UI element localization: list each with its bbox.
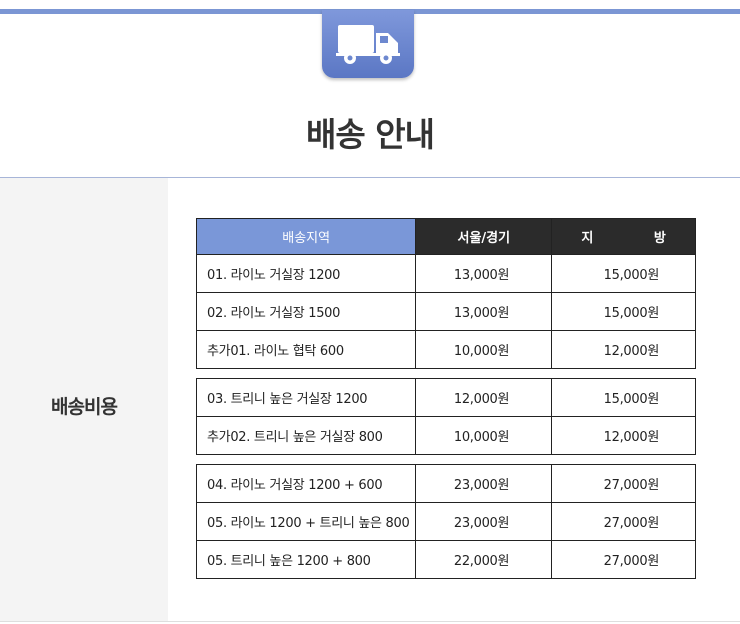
cell-seoul-price: 23,000원: [415, 502, 553, 541]
cell-seoul-price: 12,000원: [415, 378, 553, 417]
cell-local-price: 15,000원: [551, 378, 696, 417]
cell-region: 추가02. 트리니 높은 거실장 800: [195, 416, 417, 455]
cell-region: 01. 라이노 거실장 1200: [195, 254, 417, 293]
table-row: 01. 라이노 거실장 1200 13,000원 15,000원: [195, 254, 696, 293]
page-title: 배송 안내: [306, 115, 435, 154]
cell-seoul-price: 13,000원: [415, 292, 553, 331]
cell-local-price: 27,000원: [551, 502, 696, 541]
cell-region: 03. 트리니 높은 거실장 1200: [195, 378, 417, 417]
table-row: 02. 라이노 거실장 1500 13,000원 15,000원: [195, 292, 696, 331]
cell-seoul-price: 10,000원: [415, 416, 553, 455]
cell-local-price: 12,000원: [551, 416, 696, 455]
section-label: 배송비용: [51, 396, 118, 418]
cell-region: 02. 라이노 거실장 1500: [195, 292, 417, 331]
cell-region: 04. 라이노 거실장 1200 + 600: [195, 464, 417, 503]
truck-badge: [322, 10, 414, 78]
cell-local-price: 12,000원: [551, 330, 696, 369]
cell-seoul-price: 23,000원: [415, 464, 553, 503]
cell-local-price: 15,000원: [551, 254, 696, 293]
truck-icon: [336, 25, 400, 64]
table-row: 04. 라이노 거실장 1200 + 600 23,000원 27,000원: [195, 464, 696, 503]
column-header-local: 지 방: [551, 218, 696, 255]
cell-region: 05. 트리니 높은 1200 + 800: [195, 540, 417, 579]
cell-seoul-price: 10,000원: [415, 330, 553, 369]
table-row: 05. 트리니 높은 1200 + 800 22,000원 27,000원: [195, 540, 696, 579]
table-row: 추가01. 라이노 협탁 600 10,000원 12,000원: [195, 330, 696, 369]
table-row: 05. 라이노 1200 + 트리니 높은 800 23,000원 27,000…: [195, 502, 696, 541]
group-gap: [197, 369, 696, 379]
cell-local-price: 27,000원: [551, 540, 696, 579]
group-gap: [197, 455, 696, 465]
cell-region: 05. 라이노 1200 + 트리니 높은 800: [195, 502, 417, 541]
table-row: 03. 트리니 높은 거실장 1200 12,000원 15,000원: [195, 378, 696, 417]
bottom-divider: [0, 621, 740, 622]
column-header-region: 배송지역: [195, 218, 417, 255]
cell-local-price: 15,000원: [551, 292, 696, 331]
cell-seoul-price: 13,000원: [415, 254, 553, 293]
table-header-row: 배송지역 서울/경기 지 방: [195, 218, 696, 255]
table-row: 추가02. 트리니 높은 거실장 800 10,000원 12,000원: [195, 416, 696, 455]
shipping-cost-table: 배송지역 서울/경기 지 방 01. 라이노 거실장 1200 13,000원 …: [195, 218, 696, 579]
cell-seoul-price: 22,000원: [415, 540, 553, 579]
column-header-seoul: 서울/경기: [415, 218, 553, 255]
cell-local-price: 27,000원: [551, 464, 696, 503]
cell-region: 추가01. 라이노 협탁 600: [195, 330, 417, 369]
